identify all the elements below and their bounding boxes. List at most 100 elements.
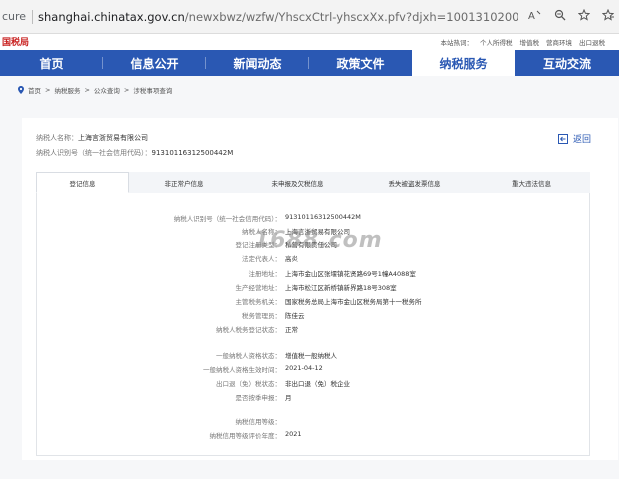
hot-words: 本站热词： 个人所得税 增值税 营商环境 出口退税 [441, 37, 606, 47]
breadcrumb-home[interactable]: 首页 [28, 85, 41, 95]
row-value: 陈佳云 [285, 312, 305, 320]
hot-word-link[interactable]: 营商环境 [546, 37, 572, 47]
tab-lost-invoices[interactable]: 丢失被盗发票信息 [356, 172, 473, 193]
return-icon [558, 133, 568, 144]
row-value: 月 [285, 394, 292, 402]
info-row: 税务管理员： 陈佳云 [37, 310, 591, 322]
breadcrumb-separator: > [123, 86, 130, 94]
site-logo[interactable]: 国税局 [2, 35, 29, 48]
row-label: 税务管理员： [242, 312, 281, 320]
nav-label: 信息公开 [130, 56, 179, 71]
tab-undeclared-arrears[interactable]: 未申报及欠税信息 [239, 172, 356, 193]
nav-item-home[interactable]: 首页 [0, 50, 103, 76]
hot-word-link[interactable]: 个人所得税 [480, 37, 513, 47]
info-row: 纳税人税务登记状态： 正常 [37, 324, 591, 336]
browser-toolbar: A [528, 8, 615, 24]
breadcrumb-tax-service[interactable]: 纳税服务 [54, 85, 80, 95]
info-row: 纳税信用等级： [37, 416, 591, 428]
breadcrumb: 首页 > 纳税服务 > 公众查询 > 涉税事项查询 [18, 85, 172, 95]
watermark: 1688.com [254, 228, 383, 253]
browser-address-bar: cure shanghai.chinatax.gov.cn/newxbwz/wz… [0, 0, 619, 34]
security-indicator[interactable]: cure [0, 10, 30, 23]
info-row: 注册地址： 上海市金山区张堰镇花贤路69号1幢A4088室 [37, 268, 591, 280]
nav-label: 新闻动态 [233, 56, 282, 71]
site-top-strip: 国税局 本站热词： 个人所得税 增值税 营商环境 出口退税 [0, 34, 619, 50]
return-button[interactable]: 返回 [558, 132, 591, 145]
row-label: 法定代表人： [242, 255, 281, 263]
row-value: 上海市金山区张堰镇花贤路69号1幢A4088室 [285, 270, 416, 278]
taxpayer-name-label: 纳税人名称： [36, 134, 78, 142]
breadcrumb-current: 涉税事项查询 [133, 87, 173, 95]
info-row: 主管税务机关： 国家税务总局上海市金山区税务局第十一税务所 [37, 296, 591, 308]
info-row: 纳税信用等级评价年度： 2021 [37, 430, 591, 442]
row-value: 上海市松江区新桥镇新界路18号308室 [285, 284, 397, 292]
info-row: 法定代表人： 高炎 [37, 253, 591, 265]
tab-major-violations[interactable]: 重大违法信息 [473, 172, 590, 193]
row-value: 增值税一般纳税人 [285, 352, 337, 360]
row-label: 纳税人识别号（统一社会信用代码）： [173, 215, 281, 223]
favorite-icon[interactable] [577, 8, 591, 24]
row-label: 出口退（免）税状态： [216, 380, 281, 388]
info-row: 一般纳税人资格生效时间： 2021-04-12 [37, 364, 591, 376]
row-value: 2021-04-12 [285, 364, 323, 372]
info-row: 纳税人识别号（统一社会信用代码）： 91310116312500442M [37, 213, 591, 225]
breadcrumb-separator: > [84, 86, 90, 94]
taxpayer-name: 纳税人名称：上海言浙贸易有限公司 [36, 133, 148, 143]
tab-label: 未申报及欠税信息 [271, 179, 324, 188]
page-root: cure shanghai.chinatax.gov.cn/newxbwz/wz… [0, 0, 619, 479]
row-value: 正常 [285, 326, 298, 334]
row-value: 高炎 [285, 255, 298, 263]
taxpayer-id-label: 纳税人识别号（统一社会信用代码）： [36, 149, 152, 157]
address-separator [32, 9, 33, 24]
row-label: 生产经营地址： [235, 284, 282, 292]
tab-label: 丢失被盗发票信息 [388, 179, 441, 188]
return-label: 返回 [573, 135, 592, 145]
url-host: shanghai.chinatax.gov.cn [38, 9, 185, 24]
breadcrumb-public-query[interactable]: 公众查询 [94, 85, 120, 95]
nav-label: 纳税服务 [439, 56, 488, 71]
nav-item-policy[interactable]: 政策文件 [309, 50, 412, 76]
hot-word-link[interactable]: 出口退税 [579, 37, 605, 47]
tab-registration-info[interactable]: 登记信息 [36, 172, 129, 193]
url-field[interactable]: shanghai.chinatax.gov.cn/newxbwz/wzfw/Yh… [38, 10, 518, 24]
favorites-bar-icon[interactable] [601, 8, 615, 24]
taxpayer-name-value: 上海言浙贸易有限公司 [78, 134, 148, 142]
nav-label: 互动交流 [542, 56, 591, 71]
content-card: 纳税人名称：上海言浙贸易有限公司 纳税人识别号（统一社会信用代码）：913101… [22, 118, 618, 460]
tab-label: 登记信息 [69, 179, 96, 188]
row-label: 是否按季申报： [235, 394, 282, 402]
nav-item-info-disclosure[interactable]: 信息公开 [103, 50, 206, 76]
row-label: 一般纳税人资格状态： [216, 352, 281, 360]
row-label: 纳税信用等级： [235, 418, 282, 426]
row-label: 注册地址： [248, 270, 282, 278]
nav-item-news[interactable]: 新闻动态 [206, 50, 309, 76]
url-path: /newxbwz/wzfw/YhscxCtrl-yhscxXx.pfv?djxh… [184, 9, 518, 24]
taxpayer-id: 纳税人识别号（统一社会信用代码）：91310116312500442M [36, 148, 233, 158]
info-row: 一般纳税人资格状态： 增值税一般纳税人 [37, 350, 591, 362]
breadcrumb-separator: > [45, 86, 51, 94]
info-row: 是否按季申报：月 [37, 392, 591, 404]
location-pin-icon [18, 86, 24, 94]
row-value: 2021 [285, 430, 302, 438]
taxpayer-id-value: 91310116312500442M [151, 149, 234, 157]
nav-label: 政策文件 [336, 56, 385, 71]
zoom-icon[interactable] [554, 9, 566, 24]
info-row: 生产经营地址： 上海市松江区新桥镇新界路18号308室 [37, 282, 591, 294]
nav-label: 首页 [39, 56, 64, 71]
nav-item-tax-service[interactable]: 纳税服务 [412, 50, 515, 76]
row-value: 非出口退（免）税企业 [285, 380, 350, 388]
tab-abnormal-household[interactable]: 非正常户信息 [129, 172, 239, 193]
row-value: 国家税务总局上海市金山区税务局第十一税务所 [285, 298, 422, 306]
hot-words-label: 本站热词： [440, 39, 474, 47]
main-nav: 首页 信息公开 新闻动态 政策文件 纳税服务 互动交流 [0, 50, 619, 76]
svg-text:A: A [528, 11, 535, 21]
info-row: 出口退（免）税状态： 非出口退（免）税企业 [37, 378, 591, 390]
nav-item-interaction[interactable]: 互动交流 [515, 50, 619, 76]
row-label: 一般纳税人资格生效时间： [203, 366, 281, 374]
hot-word-link[interactable]: 增值税 [520, 37, 540, 47]
row-label: 纳税信用等级评价年度： [209, 432, 282, 440]
row-label: 主管税务机关： [235, 298, 282, 306]
tab-label: 非正常户信息 [164, 179, 204, 188]
info-tabs: 登记信息 非正常户信息 未申报及欠税信息 丢失被盗发票信息 重大违法信息 [36, 172, 590, 193]
read-aloud-icon[interactable]: A [528, 9, 542, 24]
